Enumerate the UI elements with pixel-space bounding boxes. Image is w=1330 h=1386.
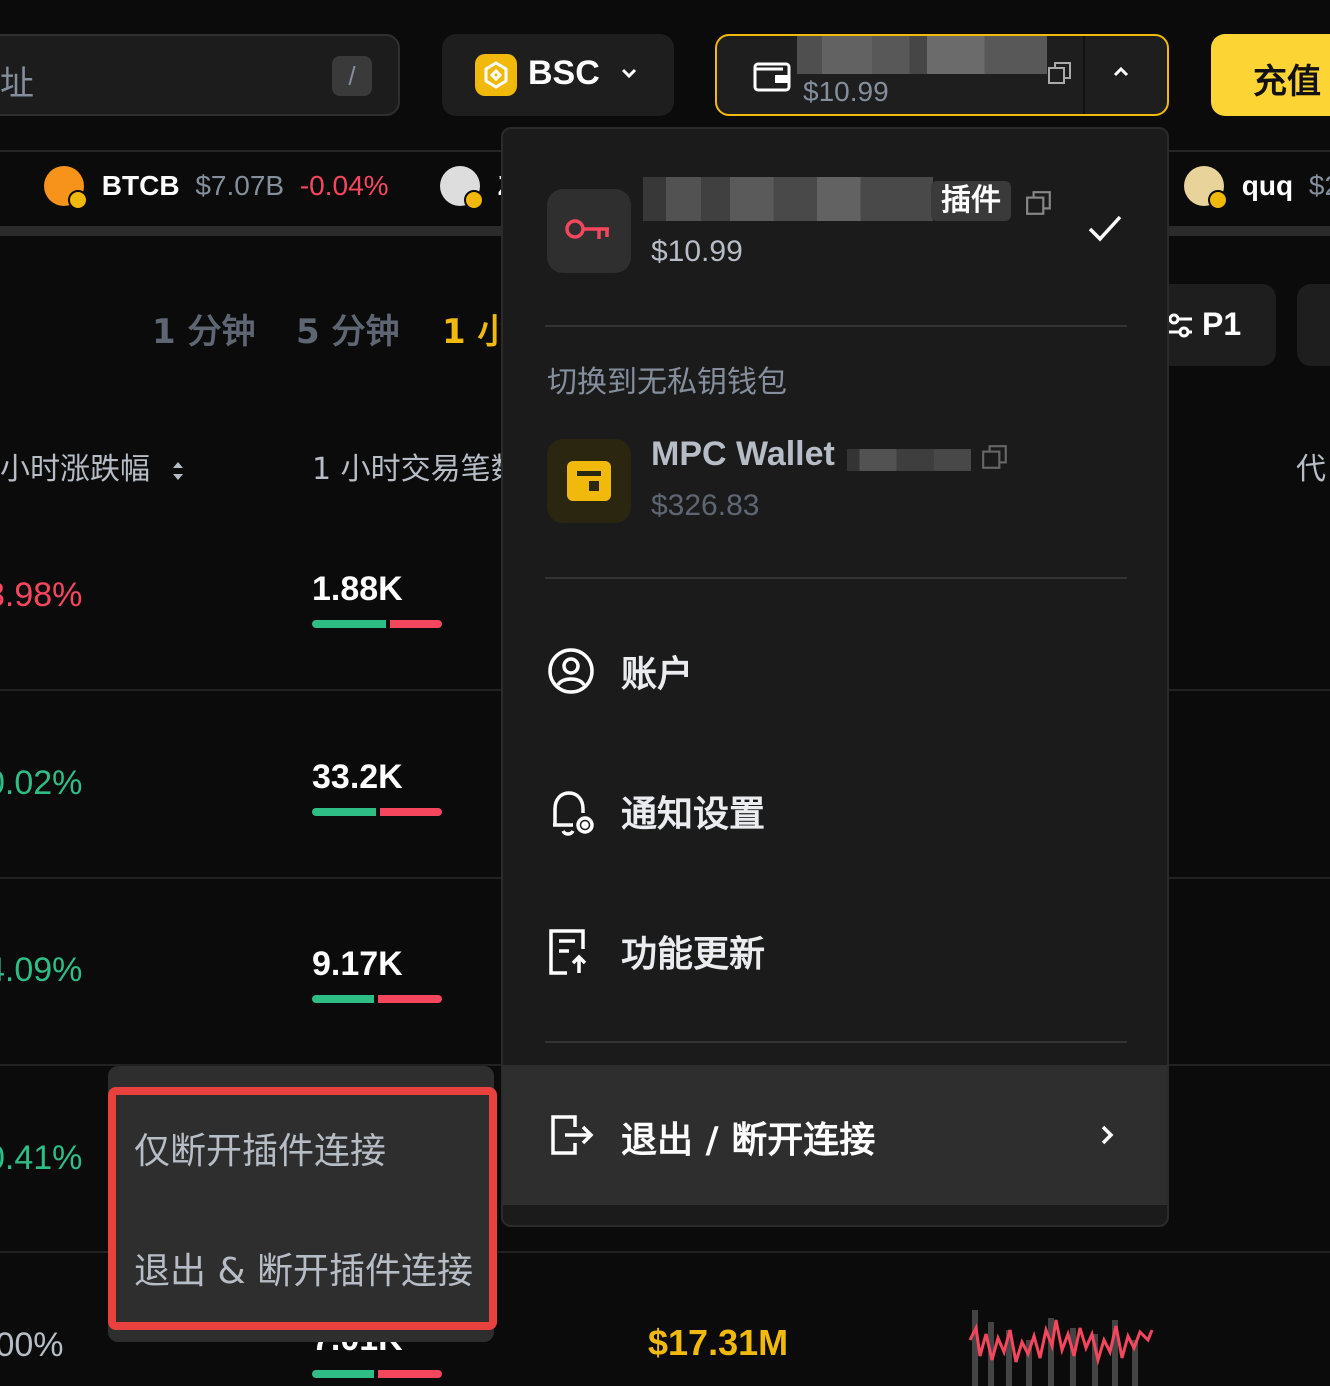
buy-sell-bar [312,620,442,628]
wallet-dropdown-menu: 插件 $10.99 切换到无私钥钱包 MPC Wallet $326.83 账户… [501,127,1169,1227]
chain-selector[interactable]: BSC [442,34,674,116]
deposit-label: 充值 [1253,62,1321,102]
logout-icon [551,1115,594,1155]
search-input[interactable]: 址 / [0,34,400,116]
bnb-chain-icon [475,54,517,96]
ticker-item[interactable]: quq $2 [1184,166,1330,210]
divider [545,325,1127,327]
filter-preset-label: P1 [1202,306,1242,342]
key-icon [547,189,631,273]
buy-sell-bar [312,808,442,816]
mpc-wallet-icon [547,439,631,523]
check-icon [1087,213,1123,248]
sort-icon [172,461,183,480]
divider [1083,36,1085,114]
wallet-button[interactable]: $10.99 [715,34,1169,116]
account-balance: $10.99 [651,235,743,268]
quq-coin-icon [1184,166,1228,210]
ticker-item[interactable]: BTCB $7.07B -0.04% [44,166,389,210]
ticker-price: $7.07B [195,170,285,201]
token-coin-icon [440,166,484,210]
menu-item-label: 功能更新 [621,934,766,975]
search-shortcut-key: / [332,56,372,96]
ticker-symbol: BTCB [101,170,180,201]
update-doc-icon [549,929,587,975]
row-change: 0.02% [0,764,83,802]
highlight-annotation [108,1087,497,1330]
mpc-wallet-balance: $326.83 [651,489,760,522]
logout-label: 退出 / 断开连接 [621,1120,876,1161]
row-change: 3.98% [0,576,83,614]
row-volume: $17.31M [648,1322,789,1363]
column-header-change[interactable]: 小时涨跌幅 [0,444,186,488]
account-circle-icon [548,648,594,694]
buy-sell-bar [312,1370,442,1378]
menu-item-label: 通知设置 [621,794,766,835]
ticker-price: $2 [1308,170,1330,201]
ticker-symbol: quq [1241,170,1294,201]
deposit-button[interactable]: 充值 [1211,34,1330,116]
row-txcount: 33.2K [312,758,403,796]
row-change: 0.41% [0,1139,83,1177]
mpc-address-redacted [847,449,971,471]
buy-sell-bar [312,995,442,1003]
chevron-up-icon[interactable] [1111,58,1131,86]
mpc-wallet-name: MPC Wallet [651,435,835,473]
more-filter-button[interactable] [1297,284,1330,366]
search-placeholder: 址 [0,64,34,104]
row-txcount: 1.88K [312,570,403,608]
switch-section-label: 切换到无私钥钱包 [547,365,787,400]
menu-item-logout[interactable]: 退出 / 断开连接 [503,1065,1167,1205]
copy-icon[interactable] [1025,189,1053,222]
copy-icon[interactable] [981,443,1009,476]
btcb-coin-icon [44,166,88,210]
chevron-down-icon [620,60,638,86]
chevron-right-icon [1101,1125,1114,1145]
wallet-address-redacted [797,36,1047,74]
divider [545,577,1127,579]
column-header-token[interactable]: 代 [1296,444,1326,488]
row-txcount: 9.17K [312,945,403,983]
account-address-redacted [643,177,933,221]
chain-label: BSC [528,54,600,92]
row-change: .00% [0,1326,64,1364]
copy-icon[interactable] [1047,60,1073,91]
wallet-balance: $10.99 [803,76,889,107]
plugin-badge: 插件 [931,181,1011,221]
tab-1m[interactable]: 1 分钟 [152,304,256,353]
bell-settings-icon [553,791,594,836]
sparkline-chart [968,1310,1154,1386]
wallet-icon [753,60,791,97]
tab-5m[interactable]: 5 分钟 [296,304,400,353]
column-header-txcount[interactable]: 1 小时交易笔数 [312,444,521,488]
ticker-change: -0.04% [299,170,389,201]
menu-item-label: 账户 [621,654,694,695]
divider [545,1041,1127,1043]
row-change: 4.09% [0,951,83,989]
